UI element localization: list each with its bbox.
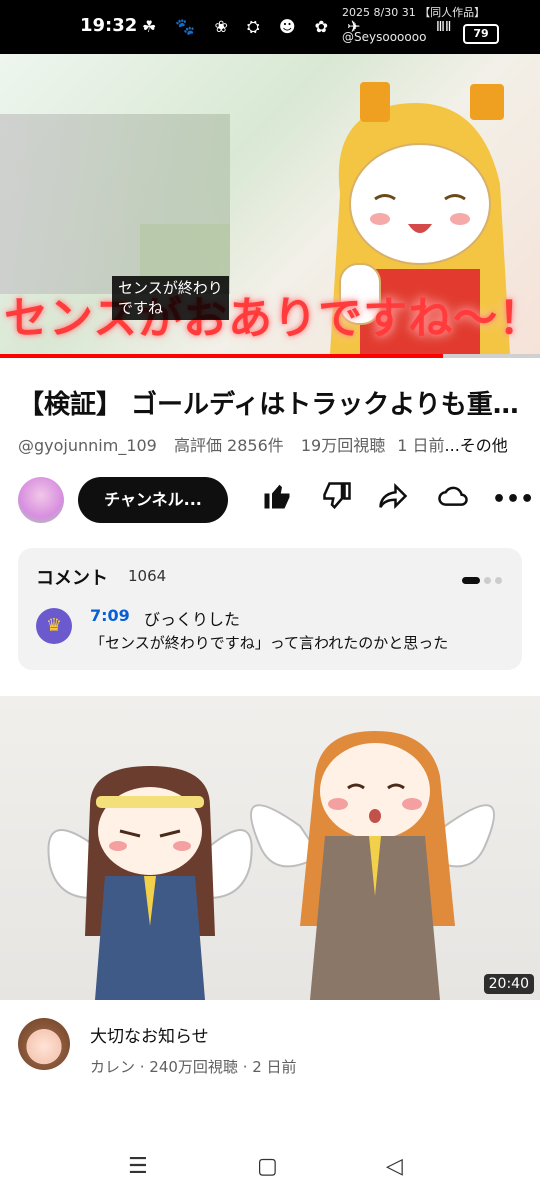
upload-age: 1 日前 bbox=[397, 436, 445, 455]
channel-avatar[interactable] bbox=[18, 1018, 70, 1070]
video-title[interactable]: 【検証】 ゴールディはトラックよりも重… bbox=[18, 384, 522, 421]
menu-icon[interactable]: ☰ bbox=[128, 1154, 148, 1179]
remix-icon[interactable] bbox=[434, 481, 472, 519]
comment-timestamp[interactable]: 7:09 bbox=[90, 606, 130, 625]
channel-button[interactable]: チャンネル... bbox=[78, 477, 228, 523]
watermark-date: 2025 8/30 31 【同人作品】 bbox=[342, 6, 486, 19]
system-nav-bar: ☰ ▢ ◁ bbox=[0, 1134, 540, 1200]
carousel-dots bbox=[458, 570, 502, 589]
comments-card[interactable]: コメント 1064 ♛ 7:09 びっくりした 「センスが終わりですね」って言わ… bbox=[18, 548, 522, 670]
progress-bar[interactable] bbox=[0, 354, 540, 358]
comment-second-line: 「センスが終わりですね」って言われたのかと思った bbox=[90, 634, 449, 652]
share-icon[interactable] bbox=[374, 481, 412, 519]
video-duration: 20:40 bbox=[483, 974, 534, 994]
back-icon[interactable]: ◁ bbox=[386, 1154, 403, 1179]
channel-row: チャンネル... ••• bbox=[18, 477, 534, 527]
comments-header: コメント bbox=[36, 568, 108, 589]
more-link[interactable]: ...その他 bbox=[445, 436, 508, 455]
overlay-caption: センスがおありですね～！ bbox=[4, 293, 540, 344]
notification-icons: ☘ 🐾 ❀ ⛭ ☻ ✿ ✈ bbox=[142, 17, 368, 36]
like-count: 高評価 2856件 bbox=[173, 436, 284, 455]
battery-icon: 79 bbox=[463, 24, 499, 44]
channel-handle: @gyojunnim_109 bbox=[18, 436, 157, 455]
next-video-thumbnail[interactable]: 20:40 bbox=[0, 696, 540, 1000]
status-bar: 19:32 ☘ 🐾 ❀ ⛭ ☻ ✿ ✈ 2025 8/30 31 【同人作品】 … bbox=[0, 0, 540, 54]
next-video-meta: カレン · 240万回視聴 · 2 日前 bbox=[90, 1058, 297, 1076]
thumb-up-icon[interactable] bbox=[258, 481, 296, 519]
channel-avatar[interactable] bbox=[18, 477, 64, 523]
subtitle-line: ですね bbox=[118, 299, 164, 317]
blurred-background-patch bbox=[140, 224, 230, 284]
commenter-avatar: ♛ bbox=[36, 608, 72, 644]
thumbnail-illustration bbox=[47, 731, 495, 1000]
video-meta[interactable]: @gyojunnim_109 高評価 2856件 19万回視聴 1 日前...その… bbox=[18, 432, 520, 456]
thumb-down-icon[interactable] bbox=[318, 481, 356, 519]
video-player[interactable]: センスがおありですね～！ センスが終わり ですね bbox=[0, 54, 540, 358]
next-video-info[interactable]: 大切なお知らせ カレン · 240万回視聴 · 2 日前 bbox=[18, 1018, 522, 1082]
view-count: 19万回視聴 bbox=[300, 436, 386, 455]
next-video-title[interactable]: 大切なお知らせ bbox=[90, 1022, 209, 1047]
comments-count: 1064 bbox=[128, 567, 167, 585]
comment-first-line: びっくりした bbox=[144, 610, 241, 629]
signal-icon: ⅢⅡ bbox=[436, 20, 452, 35]
watermark-handle: @Seysoooooo bbox=[342, 30, 427, 44]
home-icon[interactable]: ▢ bbox=[257, 1154, 278, 1179]
clock: 19:32 bbox=[80, 15, 138, 36]
progress-fill bbox=[0, 354, 443, 358]
subtitle-box: センスが終わり ですね bbox=[112, 276, 229, 320]
subtitle-line: センスが終わり bbox=[118, 279, 223, 297]
more-icon[interactable]: ••• bbox=[492, 481, 534, 519]
